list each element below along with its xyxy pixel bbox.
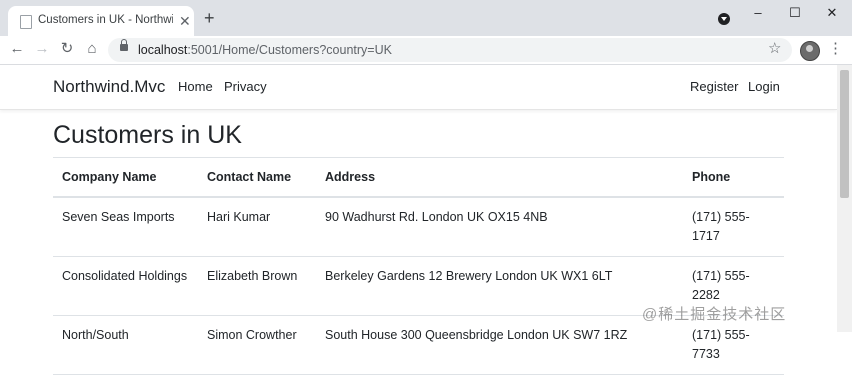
browser-tab-strip: Customers in UK - Northwind.Mvc ✕ + – ☐ …: [0, 0, 852, 36]
table-row: North/South Simon Crowther South House 3…: [53, 315, 784, 375]
browser-tab[interactable]: Customers in UK - Northwind.Mvc ✕: [8, 6, 194, 36]
nav-home-link[interactable]: Home: [178, 79, 213, 94]
tab-close-icon[interactable]: ✕: [179, 13, 191, 29]
browser-toolbar: ← → ↻ ⌂ localhost:5001/Home/Customers?co…: [0, 36, 852, 65]
favicon-icon: [20, 15, 32, 29]
site-navbar: Northwind.Mvc Home Privacy Register Logi…: [0, 65, 837, 110]
col-header-address: Address: [316, 157, 683, 198]
contact-cell: Simon Crowther: [198, 315, 316, 375]
watermark-text: @稀土掘金技术社区: [642, 306, 787, 323]
customers-table: Company Name Contact Name Address Phone …: [53, 157, 784, 375]
tab-title: Customers in UK - Northwind.Mvc: [38, 14, 173, 26]
nav-login-link[interactable]: Login: [748, 79, 780, 94]
table-header-row: Company Name Contact Name Address Phone: [53, 157, 784, 198]
star-icon[interactable]: ☆: [768, 39, 781, 57]
contact-cell: Elizabeth Brown: [198, 256, 316, 316]
table-row: Seven Seas Imports Hari Kumar 90 Wadhurs…: [53, 197, 784, 257]
brand-link[interactable]: Northwind.Mvc: [53, 77, 165, 97]
maximize-icon[interactable]: ☐: [785, 5, 805, 21]
col-header-phone: Phone: [683, 157, 784, 198]
company-cell: Seven Seas Imports: [53, 197, 198, 257]
address-cell: Berkeley Gardens 12 Brewery London UK WX…: [316, 256, 683, 316]
lock-icon[interactable]: [120, 39, 128, 51]
profile-avatar[interactable]: [800, 41, 820, 61]
page-title: Customers in UK: [53, 121, 242, 149]
address-cell: 90 Wadhurst Rd. London UK OX15 4NB: [316, 197, 683, 257]
new-tab-button[interactable]: +: [204, 9, 215, 27]
company-cell: Consolidated Holdings: [53, 256, 198, 316]
nav-privacy-link[interactable]: Privacy: [224, 79, 267, 94]
minimize-icon[interactable]: –: [748, 5, 768, 20]
col-header-contact: Contact Name: [198, 157, 316, 198]
phone-cell: (171) 555-7733: [683, 315, 784, 375]
company-cell: North/South: [53, 315, 198, 375]
page-content: Northwind.Mvc Home Privacy Register Logi…: [0, 65, 852, 375]
close-icon[interactable]: ✕: [822, 5, 842, 21]
nav-register-link[interactable]: Register: [690, 79, 738, 94]
address-bar[interactable]: localhost:5001/Home/Customers?country=UK: [108, 38, 792, 62]
phone-cell: (171) 555-1717: [683, 197, 784, 257]
extension-icon[interactable]: [718, 13, 730, 25]
forward-icon[interactable]: →: [33, 40, 51, 58]
address-cell: South House 300 Queensbridge London UK S…: [316, 315, 683, 375]
reload-icon[interactable]: ↻: [58, 40, 76, 58]
more-icon[interactable]: ⋮: [828, 39, 843, 57]
home-icon[interactable]: ⌂: [83, 40, 101, 58]
contact-cell: Hari Kumar: [198, 197, 316, 257]
back-icon[interactable]: ←: [8, 40, 26, 58]
scrollbar-thumb[interactable]: [840, 70, 849, 198]
url-text: localhost:5001/Home/Customers?country=UK: [138, 43, 392, 57]
col-header-company: Company Name: [53, 157, 198, 198]
page-scrollbar[interactable]: [837, 65, 852, 332]
